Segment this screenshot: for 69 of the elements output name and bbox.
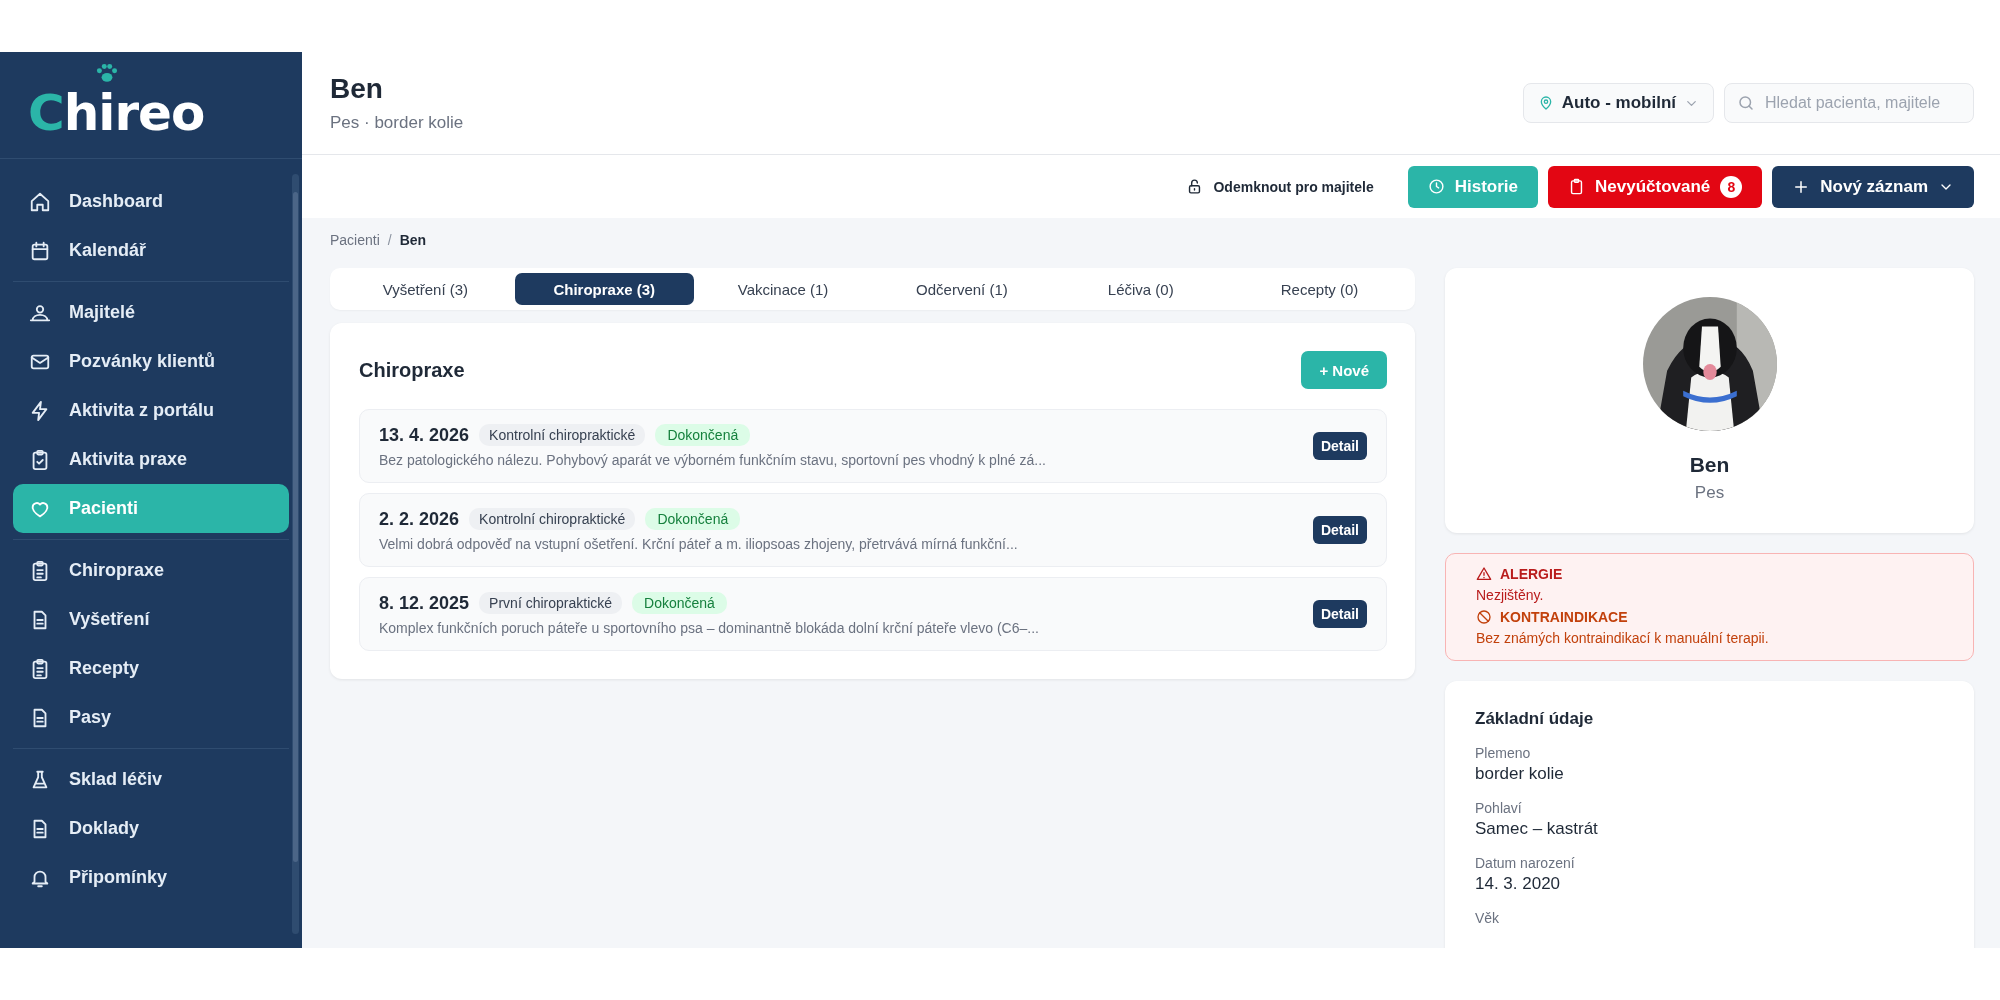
nav-item[interactable]: Pasy <box>13 693 289 742</box>
search-field[interactable]: Hledat pacienta, majitele <box>1724 83 1974 123</box>
new-record-button[interactable]: Nový záznam <box>1772 165 1974 208</box>
tab[interactable]: Léčiva (0) <box>1051 273 1231 305</box>
nav-item[interactable]: Aktivita praxe <box>13 435 289 484</box>
detail-button[interactable]: Detail <box>1312 432 1367 460</box>
card-title: Základní údaje <box>1475 709 1595 729</box>
prohibited-icon <box>1476 609 1492 625</box>
tab[interactable]: Recepty (0) <box>1230 273 1409 305</box>
alert-text: Bez známých kontraindikací k manuální terapii. <box>1476 630 1770 646</box>
detail-button[interactable]: Detail <box>1312 600 1367 628</box>
field-label: Pohlaví <box>1475 800 1523 816</box>
clipboard-icon <box>1568 178 1585 195</box>
tab[interactable]: Vyšetření (3) <box>336 273 515 305</box>
location-dropdown[interactable]: Auto - mobilní <box>1522 83 1714 123</box>
record-date: 2. 2. 2026 <box>379 508 460 530</box>
record-date: 13. 4. 2026 <box>379 424 470 446</box>
clock-icon <box>1427 178 1445 195</box>
status-tag: Dokončená <box>655 424 751 446</box>
home-icon <box>29 190 51 213</box>
record-summary: Komplex funkčních poruch páteře u sportovního psa – dominantně blokáda dolní krční páteře vlevo (C6–... <box>379 620 1039 636</box>
type-tag: První chiropraktické <box>479 592 623 614</box>
type-tag: Kontrolní chiropraktické <box>479 424 646 446</box>
unbilled-button[interactable]: Nevyúčtované 8 <box>1548 165 1763 208</box>
nav-item[interactable]: Kalendář <box>13 226 289 275</box>
unlock-button[interactable]: Odemknout pro majitele <box>1180 165 1380 208</box>
nav-item[interactable]: Chiropraxe <box>13 546 289 595</box>
field-label: Datum narození <box>1475 855 1576 871</box>
nav-item[interactable]: Sklad léčiv <box>13 755 289 804</box>
status-tag: Dokončená <box>632 592 727 614</box>
record-summary: Velmi dobrá odpověď na vstupní ošetření. Krční páteř a m. iliopsoas zhojeny, přetrvává mírná funkční... <box>379 536 1018 552</box>
search-icon <box>1737 94 1755 112</box>
logo: Chireo <box>28 88 205 138</box>
type-tag: Kontrolní chiropraktické <box>469 508 636 530</box>
nav-item[interactable]: Pozvánky klientů <box>13 337 289 386</box>
breadcrumb-link[interactable]: Pacienti <box>330 232 380 248</box>
patient-subtitle: Pes · border kolie <box>330 113 464 133</box>
section-title: Chiropraxe <box>359 358 465 382</box>
record-date: 8. 12. 2025 <box>379 592 470 614</box>
tab[interactable]: Vakcinace (1) <box>693 273 873 305</box>
warning-icon <box>1476 566 1492 582</box>
count-badge: 8 <box>1720 175 1743 198</box>
nav-item[interactable]: Doklady <box>13 804 289 853</box>
calendar-icon <box>29 239 51 262</box>
field-label: Plemeno <box>1475 745 1532 761</box>
detail-button[interactable]: Detail <box>1312 516 1367 544</box>
breadcrumb-separator: / <box>387 232 392 248</box>
nav-item[interactable]: Dashboard <box>13 177 289 226</box>
nav-item[interactable]: Recepty <box>13 644 289 693</box>
patient-name: Ben <box>330 73 384 105</box>
pet-name: Ben <box>1689 453 1730 477</box>
status-tag: Dokončená <box>645 508 741 530</box>
field-value: 14. 3. 2020 <box>1475 874 1562 894</box>
nav-item[interactable]: Majitelé <box>13 288 289 337</box>
breadcrumb-current: Ben <box>399 232 427 248</box>
nav-item[interactable]: Vyšetření <box>13 595 289 644</box>
nav-item[interactable]: Připomínky <box>13 853 289 902</box>
field-value: Samec – kastrát <box>1475 819 1599 839</box>
tab[interactable]: Odčervení (1) <box>872 273 1052 305</box>
field-label: Věk <box>1475 910 1501 926</box>
alert-title: KONTRAINDIKACE <box>1500 609 1628 625</box>
tab[interactable]: Chiropraxe (3) <box>514 273 694 305</box>
scrollbar[interactable] <box>292 174 299 934</box>
nav-item[interactable]: Aktivita z portálu <box>13 386 289 435</box>
field-value: border kolie <box>1475 764 1565 784</box>
pet-species: Pes <box>1694 483 1725 503</box>
record-summary: Bez patologického nálezu. Pohybový aparát ve výborném funkčním stavu, sportovní pes vhodný k plné zá... <box>379 452 1046 468</box>
alert-title: ALERGIE <box>1500 566 1563 582</box>
alert-text: Nezjištěny. <box>1476 587 1545 603</box>
